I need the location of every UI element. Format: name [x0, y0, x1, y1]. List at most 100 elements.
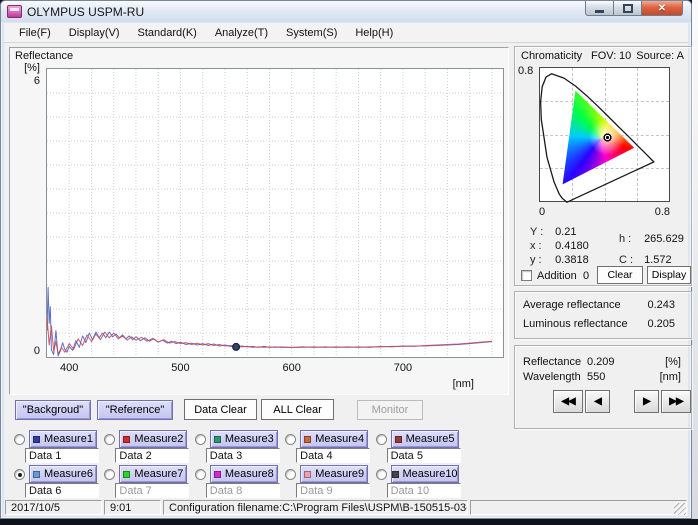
desktop-background-right	[692, 0, 698, 519]
average-reflectance-label: Average reflectance	[523, 299, 621, 311]
cursor-reflectance-unit: [%]	[665, 356, 681, 368]
fov-label: FOV:	[591, 50, 616, 62]
measure-button-measure5[interactable]: Measure5	[391, 430, 459, 448]
clear-button[interactable]: Clear	[597, 266, 643, 284]
display-button[interactable]: Display	[647, 266, 691, 284]
x-axis-unit: [nm]	[453, 378, 474, 390]
menu-standard[interactable]: Standard(K)	[129, 24, 206, 42]
chart-title: Reflectance	[15, 50, 73, 62]
measure-radio-measure7[interactable]	[104, 469, 115, 480]
maximize-button[interactable]	[614, 1, 642, 16]
measure-button-measure3[interactable]: Measure3	[210, 430, 278, 448]
y-axis-unit: [%]	[16, 62, 40, 74]
measure-radio-measure9[interactable]	[285, 469, 296, 480]
value-row-x: x : 0.4180	[530, 240, 589, 252]
measure-row-2: Measure6 Measure7 Measure8 Measure9 Measure1…	[9, 463, 461, 498]
minimize-button[interactable]	[585, 1, 614, 16]
measure-button-measure1[interactable]: Measure1	[29, 430, 97, 448]
value-h: 265.629	[644, 233, 684, 245]
measure-color-icon	[214, 436, 221, 443]
status-time: 9:01	[104, 500, 161, 515]
measure-radio-measure4[interactable]	[285, 434, 296, 445]
measure-button-label: Measure4	[315, 433, 364, 445]
measure-color-icon	[123, 471, 130, 478]
menu-help[interactable]: Help(H)	[346, 24, 402, 42]
status-config: Configuration filename:C:\Program Files\…	[163, 500, 468, 515]
measure-data-input-measure2[interactable]	[115, 448, 189, 463]
measure-data-input-measure8[interactable]	[206, 483, 280, 498]
measure-button-label: Measure8	[225, 468, 274, 480]
measure-data-input-measure4[interactable]	[296, 448, 370, 463]
app-icon	[7, 5, 22, 18]
luminous-reflectance-label: Luminous reflectance	[523, 318, 628, 330]
measure-radio-measure10[interactable]	[376, 469, 387, 480]
measure-button-measure9[interactable]: Measure9	[300, 465, 368, 483]
menu-file[interactable]: File(F)	[10, 24, 60, 42]
fast-forward-button[interactable]: ▶▶	[661, 390, 691, 413]
measure-color-icon	[392, 471, 399, 478]
measure-radio-measure2[interactable]	[104, 434, 115, 445]
menu-system[interactable]: System(S)	[277, 24, 346, 42]
measure-data-input-measure7[interactable]	[115, 483, 189, 498]
measure-color-icon	[33, 471, 40, 478]
close-button[interactable]: ✕	[642, 1, 683, 16]
cie-x-axis-max: 0.8	[655, 206, 670, 218]
measure-data-input-measure10[interactable]	[387, 483, 461, 498]
measure-cell: Measure6	[9, 463, 99, 498]
value-x: 0.4180	[555, 240, 589, 252]
app-window: OLYMPUS USPM-RU ✕ File(F) Display(V) Sta…	[0, 0, 692, 519]
measure-data-input-measure1[interactable]	[25, 448, 99, 463]
measure-button-label: Measure5	[406, 433, 455, 445]
measure-data-input-measure6[interactable]	[25, 483, 99, 498]
step-forward-button[interactable]: ▶	[634, 390, 659, 413]
value-C: 1.572	[644, 254, 672, 266]
window-title: OLYMPUS USPM-RU	[27, 5, 144, 19]
measure-radio-measure3[interactable]	[195, 434, 206, 445]
measure-cell: Measure4	[280, 428, 370, 463]
measure-button-measure4[interactable]: Measure4	[300, 430, 368, 448]
cursor-reflectance-label: Reflectance	[523, 356, 581, 368]
y-axis-min-label: 0	[16, 345, 40, 357]
measure-button-measure2[interactable]: Measure2	[119, 430, 187, 448]
measure-radio-measure8[interactable]	[195, 469, 206, 480]
x-tick-label: 400	[54, 362, 84, 374]
cie-x-axis-min: 0	[539, 206, 545, 218]
status-empty	[470, 500, 687, 515]
measure-button-measure10[interactable]: Measure10	[391, 465, 459, 483]
menu-display[interactable]: Display(V)	[60, 24, 129, 42]
wavelength-nav: ◀◀ ◀ ▶ ▶▶	[553, 390, 691, 413]
measure-color-icon	[304, 471, 311, 478]
measure-radio-measure5[interactable]	[376, 434, 387, 445]
cursor-reflectance-value: 0.209	[587, 356, 615, 368]
measure-radio-measure1[interactable]	[14, 434, 25, 445]
measure-cell: Measure10	[371, 463, 461, 498]
measure-button-measure8[interactable]: Measure8	[210, 465, 278, 483]
screen: OLYMPUS USPM-RU ✕ File(F) Display(V) Sta…	[0, 0, 698, 525]
measure-button-measure6[interactable]: Measure6	[29, 465, 97, 483]
background-button[interactable]: "Backgroud"	[15, 400, 91, 420]
measure-cell: Measure1	[9, 428, 99, 463]
measure-button-measure7[interactable]: Measure7	[119, 465, 187, 483]
measure-cell: Measure8	[190, 463, 280, 498]
reflectance-chart-panel: Reflectance [%] 6 0 400500600700 [nm]	[9, 47, 509, 395]
all-clear-button[interactable]: ALL Clear	[261, 399, 334, 420]
measure-data-input-measure3[interactable]	[206, 448, 280, 463]
menu-analyze[interactable]: Analyze(T)	[206, 24, 277, 42]
cie-x-axis-labels: 0 0.8	[539, 206, 670, 218]
step-back-button[interactable]: ◀	[585, 390, 610, 413]
measure-color-icon	[214, 471, 221, 478]
measure-button-label: Measure2	[134, 433, 183, 445]
measure-data-input-measure9[interactable]	[296, 483, 370, 498]
measure-radio-measure6[interactable]	[14, 469, 25, 480]
rewind-button[interactable]: ◀◀	[553, 390, 583, 413]
resize-grip[interactable]	[674, 503, 686, 515]
addition-count: 0	[583, 270, 589, 282]
measure-data-input-measure5[interactable]	[387, 448, 461, 463]
measure-button-label: Measure9	[315, 468, 364, 480]
measure-cell: Measure9	[280, 463, 370, 498]
maximize-icon	[623, 4, 633, 13]
reference-button[interactable]: "Reference"	[97, 400, 173, 420]
data-clear-button[interactable]: Data Clear	[184, 399, 257, 420]
addition-checkbox[interactable]	[521, 270, 532, 281]
spectrum-plot[interactable]	[46, 68, 504, 358]
